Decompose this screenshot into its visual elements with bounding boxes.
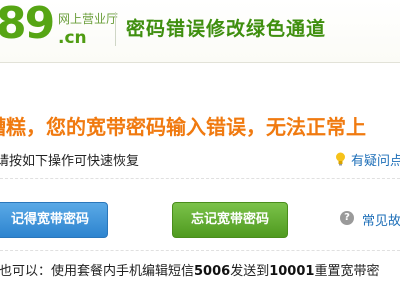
sms-suffix: 重置宽带密	[314, 264, 380, 279]
lightbulb-icon	[336, 152, 345, 166]
sms-reset-instructions: 您也可以：使用套餐内手机编辑短信5006发送到10001重置宽带密	[0, 260, 379, 279]
logo-number: 89	[0, 0, 55, 49]
sms-code: 5006	[194, 264, 231, 279]
sms-prefix: 您也可以：使用套餐内手机编辑短信	[0, 264, 195, 279]
faq-link[interactable]: 常见故	[362, 210, 400, 229]
logo-brand-text: 网上营业厅	[58, 12, 119, 26]
forget-password-button[interactable]: 忘记宽带密码	[172, 202, 288, 238]
bottom-divider	[0, 250, 400, 251]
section-divider	[0, 178, 400, 179]
recovery-hint: 请按如下操作可快速恢复	[0, 154, 140, 169]
logo-domain: .cn	[58, 28, 87, 48]
header-divider	[115, 12, 116, 46]
error-message: 糟糕，您的宽带密码输入错误，无法正常上	[0, 115, 366, 139]
sms-number: 10001	[269, 264, 315, 279]
page-header: 89 网上营业厅 .cn 密码错误修改绿色通道	[0, 0, 400, 63]
help-link[interactable]: 有疑问点	[351, 150, 400, 169]
question-icon: ?	[340, 211, 354, 225]
remember-password-button[interactable]: 记得宽带密码	[0, 202, 108, 238]
sms-middle: 发送到	[230, 264, 270, 279]
page-title: 密码错误修改绿色通道	[126, 18, 327, 40]
